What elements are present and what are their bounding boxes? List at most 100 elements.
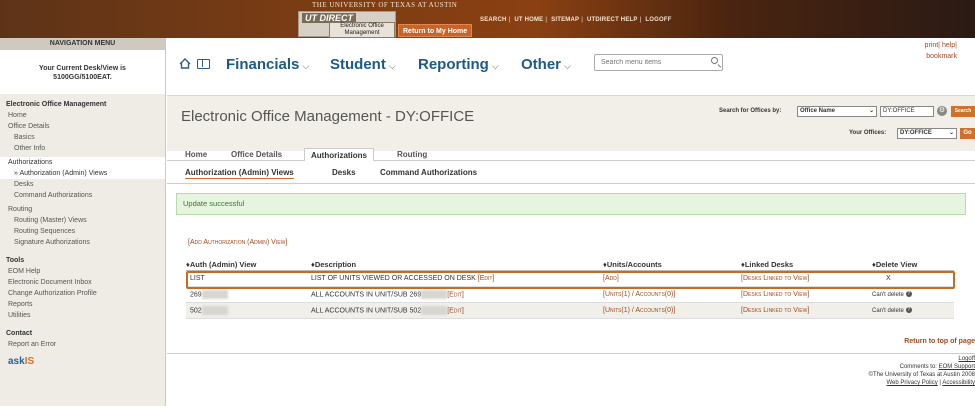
office-header: Electronic Office Management - DY:OFFICE… <box>167 95 975 151</box>
units-accounts-link[interactable]: [Units(1) / Accounts(0)] <box>603 307 675 314</box>
menu-search <box>594 54 723 71</box>
nav-item-change-profile[interactable]: Change Authorization Profile <box>0 288 165 299</box>
go-button[interactable]: Go <box>960 128 975 139</box>
top-link-sitemap[interactable]: SITEMAP <box>551 17 579 23</box>
col-header-delete[interactable]: ♦Delete View <box>872 259 954 271</box>
nav-item-doc-inbox[interactable]: Electronic Document Inbox <box>0 277 165 288</box>
col-header-view[interactable]: ♦Auth (Admin) View <box>186 259 311 271</box>
office-search-button[interactable]: Search <box>951 106 975 117</box>
nav-item-command-auth[interactable]: Command Authorizations <box>0 190 165 201</box>
book-icon[interactable] <box>197 59 210 69</box>
chevron-down-icon: ⌵ <box>564 61 571 71</box>
gear-icon[interactable]: ⚙ <box>937 106 947 116</box>
accessibility-link[interactable]: Accessibility <box>942 380 975 386</box>
edit-link[interactable]: [Edit] <box>447 291 464 298</box>
help-icon[interactable]: ? <box>905 306 912 313</box>
chevron-down-icon: ⌄ <box>948 130 954 136</box>
nav-item-utilities[interactable]: Utilities <box>0 310 165 321</box>
nav-item-eom-help[interactable]: EOM Help <box>0 266 165 277</box>
cell-desks: [Desks Linked to View] <box>741 302 872 319</box>
tab-routing[interactable]: Routing <box>391 148 433 161</box>
footer-policy-links: Web Privacy Policy | Accessibility <box>886 380 975 386</box>
tab-authorizations[interactable]: Authorizations <box>304 148 374 161</box>
nav-item-report-error[interactable]: Report an Error <box>0 339 165 350</box>
top-link-ut-home[interactable]: UT HOME <box>514 17 543 23</box>
office-search-by-select[interactable]: Office Name ⌄ <box>797 106 877 117</box>
menu-student-label: Student <box>330 56 386 73</box>
bookmark-link[interactable]: bookmark <box>925 51 957 62</box>
cell-description: LIST OF UNITS VIEWED OR ACCESSED ON DESK… <box>311 270 603 287</box>
askus-logo[interactable]: askIS <box>0 356 165 367</box>
university-name: THE UNIVERSITY OF TEXAS AT AUSTIN <box>312 1 458 9</box>
nav-item-routing[interactable]: Routing <box>0 204 165 215</box>
chevron-down-icon: ⌵ <box>388 61 396 71</box>
cell-view: 502 <box>186 302 311 319</box>
edit-link[interactable]: [Edit] <box>478 275 495 282</box>
chevron-down-icon: ⌵ <box>302 61 310 71</box>
nav-section-contact: Contact <box>6 330 33 337</box>
nav-item-auth-views[interactable]: » Authorization (Admin) Views <box>0 168 165 179</box>
nav-item-basics[interactable]: Basics <box>0 132 165 143</box>
tab-home[interactable]: Home <box>179 148 213 161</box>
menu-reporting[interactable]: Reporting ⌵ <box>418 54 499 77</box>
nav-item-reports[interactable]: Reports <box>0 299 165 310</box>
units-accounts-link[interactable]: [Units(1) / Accounts(0)] <box>603 291 675 298</box>
eom-support-link[interactable]: EOM Support <box>939 364 975 370</box>
cell-description: ALL ACCOUNTS IN UNIT/SUB 269 [Edit] <box>311 286 603 303</box>
col-header-units[interactable]: ♦Units/Accounts <box>603 259 741 271</box>
cant-delete-text: Can't delete <box>872 291 904 298</box>
nav-item-routing-seq[interactable]: Routing Sequences <box>0 226 165 237</box>
desks-linked-link[interactable]: [Desks Linked to View] <box>741 291 809 298</box>
footer-comments-label: Comments to: <box>899 364 937 370</box>
add-units-link[interactable]: [Add] <box>603 275 619 282</box>
return-home-button[interactable]: Return to My Home <box>398 24 473 37</box>
description-text: LIST OF UNITS VIEWED OR ACCESSED ON DESK <box>311 274 476 282</box>
delete-view-button[interactable]: X <box>872 270 954 287</box>
nav-item-office-details[interactable]: Office Details <box>0 121 165 132</box>
privacy-link[interactable]: Web Privacy Policy <box>887 380 938 386</box>
col-header-description[interactable]: ♦Description <box>311 259 603 271</box>
menu-other[interactable]: Other ⌵ <box>521 54 571 77</box>
table-row: LIST LIST OF UNITS VIEWED OR ACCESSED ON… <box>186 270 954 287</box>
menu-student[interactable]: Student ⌵ <box>330 54 396 77</box>
desks-linked-link[interactable]: [Desks Linked to View] <box>741 275 809 282</box>
desks-linked-link[interactable]: [Desks Linked to View] <box>741 307 809 314</box>
chevron-down-icon: ⌄ <box>868 108 874 114</box>
top-link-help[interactable]: UTDIRECT HELP <box>587 17 638 23</box>
view-code: 269 <box>190 290 202 298</box>
your-offices-label: Your Offices: <box>849 130 887 136</box>
print-link[interactable]: print <box>925 42 939 49</box>
help-link[interactable]: help <box>942 42 955 49</box>
your-offices-select[interactable]: DY:OFFICE ⌄ <box>897 128 957 139</box>
nav-item-routing-views[interactable]: Routing (Master) Views <box>0 215 165 226</box>
view-code: 502 <box>190 306 202 314</box>
search-icon[interactable] <box>711 57 718 64</box>
cell-view: LIST <box>186 270 311 287</box>
office-search-input[interactable]: DY:OFFICE <box>880 106 934 117</box>
nav-item-other-info[interactable]: Other Info <box>0 143 165 154</box>
menu-financials[interactable]: Financials ⌵ <box>226 54 309 77</box>
ut-direct-logo[interactable]: UT DIRECT Electronic Office Management <box>298 11 396 38</box>
home-icon[interactable] <box>179 58 191 69</box>
footer-logoff-link[interactable]: Logoff <box>869 355 975 363</box>
utility-links: print| help| bookmark <box>924 42 957 62</box>
add-auth-view-link[interactable]: [Add Authorization (Admin) View] <box>188 239 287 246</box>
subtab-desks[interactable]: Desks <box>332 168 356 177</box>
top-link-search[interactable]: SEARCH <box>480 17 507 23</box>
help-icon[interactable]: ? <box>905 290 912 297</box>
table-row: 502 ALL ACCOUNTS IN UNIT/SUB 502 [Edit] [… <box>186 302 954 319</box>
nav-item-authorizations[interactable]: Authorizations <box>0 157 165 168</box>
edit-link[interactable]: [Edit] <box>447 307 464 314</box>
top-link-logoff[interactable]: LOGOFF <box>645 17 671 23</box>
subtab-auth-views[interactable]: Authorization (Admin) Views <box>185 168 294 179</box>
cell-desks: [Desks Linked to View] <box>741 286 872 303</box>
subtab-command-auth[interactable]: Command Authorizations <box>380 168 477 177</box>
nav-item-desks[interactable]: Desks <box>0 179 165 190</box>
nav-item-home[interactable]: Home <box>0 110 165 121</box>
return-to-top-link[interactable]: Return to top of page <box>904 338 975 345</box>
tab-office-details[interactable]: Office Details <box>225 148 288 161</box>
menu-search-input[interactable] <box>595 55 705 70</box>
col-header-desks[interactable]: ♦Linked Desks <box>741 259 872 271</box>
nav-item-signature-auth[interactable]: Signature Authorizations <box>0 237 165 248</box>
table-row: 269 ALL ACCOUNTS IN UNIT/SUB 269 [Edit] [… <box>186 286 954 303</box>
